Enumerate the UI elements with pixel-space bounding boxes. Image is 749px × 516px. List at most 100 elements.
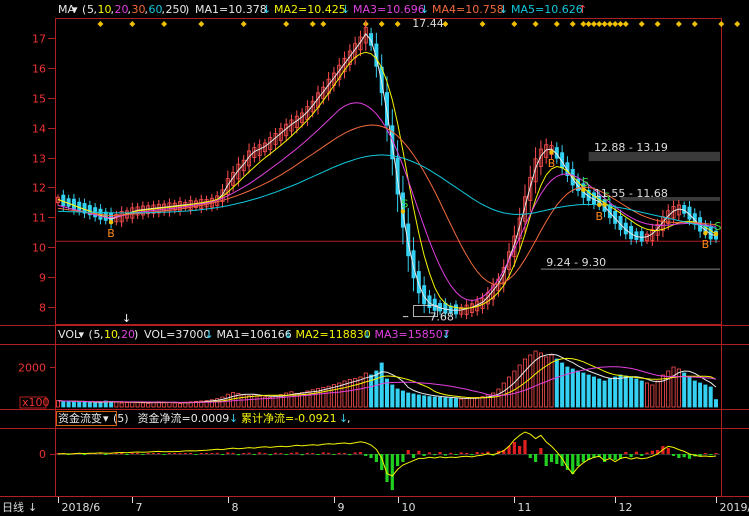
fund-flow-bar[interactable] [162,454,166,455]
volume-bar[interactable] [634,378,639,408]
fund-flow-bar[interactable] [571,454,575,474]
fund-flow-bar[interactable] [390,454,394,490]
fund-flow-bar[interactable] [709,454,713,456]
volume-bar[interactable] [692,380,697,408]
volume-bar[interactable] [586,374,591,408]
fund-flow-bar[interactable] [512,442,516,454]
fund-flow-bar[interactable] [258,452,262,454]
candle-body[interactable] [639,231,644,242]
fund-flow-bar[interactable] [215,452,219,454]
fund-flow-bar[interactable] [104,454,108,455]
fund-flow-bar[interactable] [714,453,718,454]
candle-body[interactable] [71,198,76,210]
fund-flow-bar[interactable] [518,446,522,454]
volume-bar[interactable] [613,376,618,408]
volume-bar[interactable] [560,362,565,408]
volume-bar[interactable] [400,390,405,408]
volume-bar[interactable] [591,376,596,408]
fund-flow-bar[interactable] [443,454,447,456]
vol-header[interactable]: VOL▾(5, 10, 20) VOL=37000↓ MA1=106166↓ MA2=11… [58,328,451,341]
volume-bar[interactable] [714,399,719,408]
fund-flow-bar[interactable] [634,451,639,454]
fund-flow-bar[interactable] [252,454,256,455]
fund-flow-bar[interactable] [289,452,294,454]
fund-flow-bar[interactable] [576,454,580,466]
fund-header[interactable]: 资金流变 ▾ (5) 资金净流=0.0009 ↓ 累计净流=-0.0921 ↓, [56,411,351,426]
fund-flow-bar[interactable] [332,454,336,455]
fund-flow-bar[interactable] [242,453,246,454]
volume-bar[interactable] [438,396,443,408]
fund-flow-bar[interactable] [210,453,214,454]
volume-bar[interactable] [708,386,713,408]
volume-bar[interactable] [618,374,623,408]
volume-bar[interactable] [390,384,395,408]
candle-body[interactable] [682,205,687,214]
volume-bar[interactable] [687,376,692,408]
volume-bar[interactable] [411,393,416,408]
fund-flow-bar[interactable] [358,452,363,454]
volume-bar[interactable] [607,378,612,408]
fund-flow-bar[interactable] [151,453,156,454]
fund-flow-bar[interactable] [247,452,251,454]
volume-bar[interactable] [77,401,82,408]
fund-flow-bar[interactable] [316,454,320,455]
volume-bar[interactable] [379,362,384,408]
fund-flow-bar[interactable] [640,454,644,456]
volume-bar[interactable] [597,378,602,408]
fund-flow-bar[interactable] [130,453,134,454]
fund-flow-bar[interactable] [449,452,453,454]
fund-flow-bar[interactable] [157,453,161,454]
fund-flow-bar[interactable] [364,454,368,456]
fund-flow-bar[interactable] [555,454,559,464]
fund-flow-bar[interactable] [549,454,554,462]
fund-flow-bar[interactable] [284,454,288,455]
volume-bar[interactable] [639,380,644,408]
fund-flow-bar[interactable] [369,454,373,458]
fund-flow-bar[interactable] [231,452,235,454]
fund-flow-bar[interactable] [629,454,633,458]
fund-flow-bar[interactable] [544,454,548,466]
volume-bar[interactable] [453,398,458,408]
fund-flow-bar[interactable] [401,454,405,462]
fund-flow-bar[interactable] [624,452,628,454]
volume-bar[interactable] [61,400,66,408]
fund-flow-bar[interactable] [523,440,527,454]
volume-bar[interactable] [698,382,703,408]
volume-bar[interactable] [443,397,448,408]
volume-bar[interactable] [432,396,437,408]
volume-bar[interactable] [581,372,586,408]
fund-flow-bar[interactable] [417,450,421,454]
volume-bar[interactable] [87,402,92,408]
fund-flow-bar[interactable] [342,453,347,454]
fund-flow-bar[interactable] [135,453,140,454]
fund-flow-bar[interactable] [475,452,479,454]
volume-bar[interactable] [66,400,71,408]
volume-bar[interactable] [374,370,379,408]
period-label[interactable]: 日线 [2,500,24,514]
fund-flow-bar[interactable] [464,453,469,454]
fund-flow-bar[interactable] [650,450,654,454]
volume-bar[interactable] [554,358,559,408]
fund-flow-bar[interactable] [682,454,686,458]
fund-flow-bar[interactable] [295,452,299,454]
period-selector[interactable]: 日线 ↓ [2,500,37,514]
fund-flow-bar[interactable] [300,454,304,456]
fund-flow-bar[interactable] [311,453,315,454]
volume-bar[interactable] [565,366,570,408]
volume-bar[interactable] [703,384,708,408]
volume-bar[interactable] [395,388,400,408]
fund-flow-bar[interactable] [666,448,670,454]
fund-flow-bar[interactable] [385,454,389,482]
fund-flow-bar[interactable] [263,453,267,454]
volume-bar[interactable] [93,402,98,408]
volume-bar[interactable] [71,401,76,408]
fund-flow-bar[interactable] [528,454,532,458]
fund-flow-bar[interactable] [178,453,182,454]
fund-flow-bar[interactable] [454,454,458,455]
volume-bar[interactable] [82,400,87,408]
fund-flow-bar[interactable] [268,454,272,456]
volume-bar[interactable] [406,392,411,408]
fund-flow-bar[interactable] [438,452,442,454]
fund-flow-bar[interactable] [433,454,437,456]
volume-bar[interactable] [629,376,634,408]
